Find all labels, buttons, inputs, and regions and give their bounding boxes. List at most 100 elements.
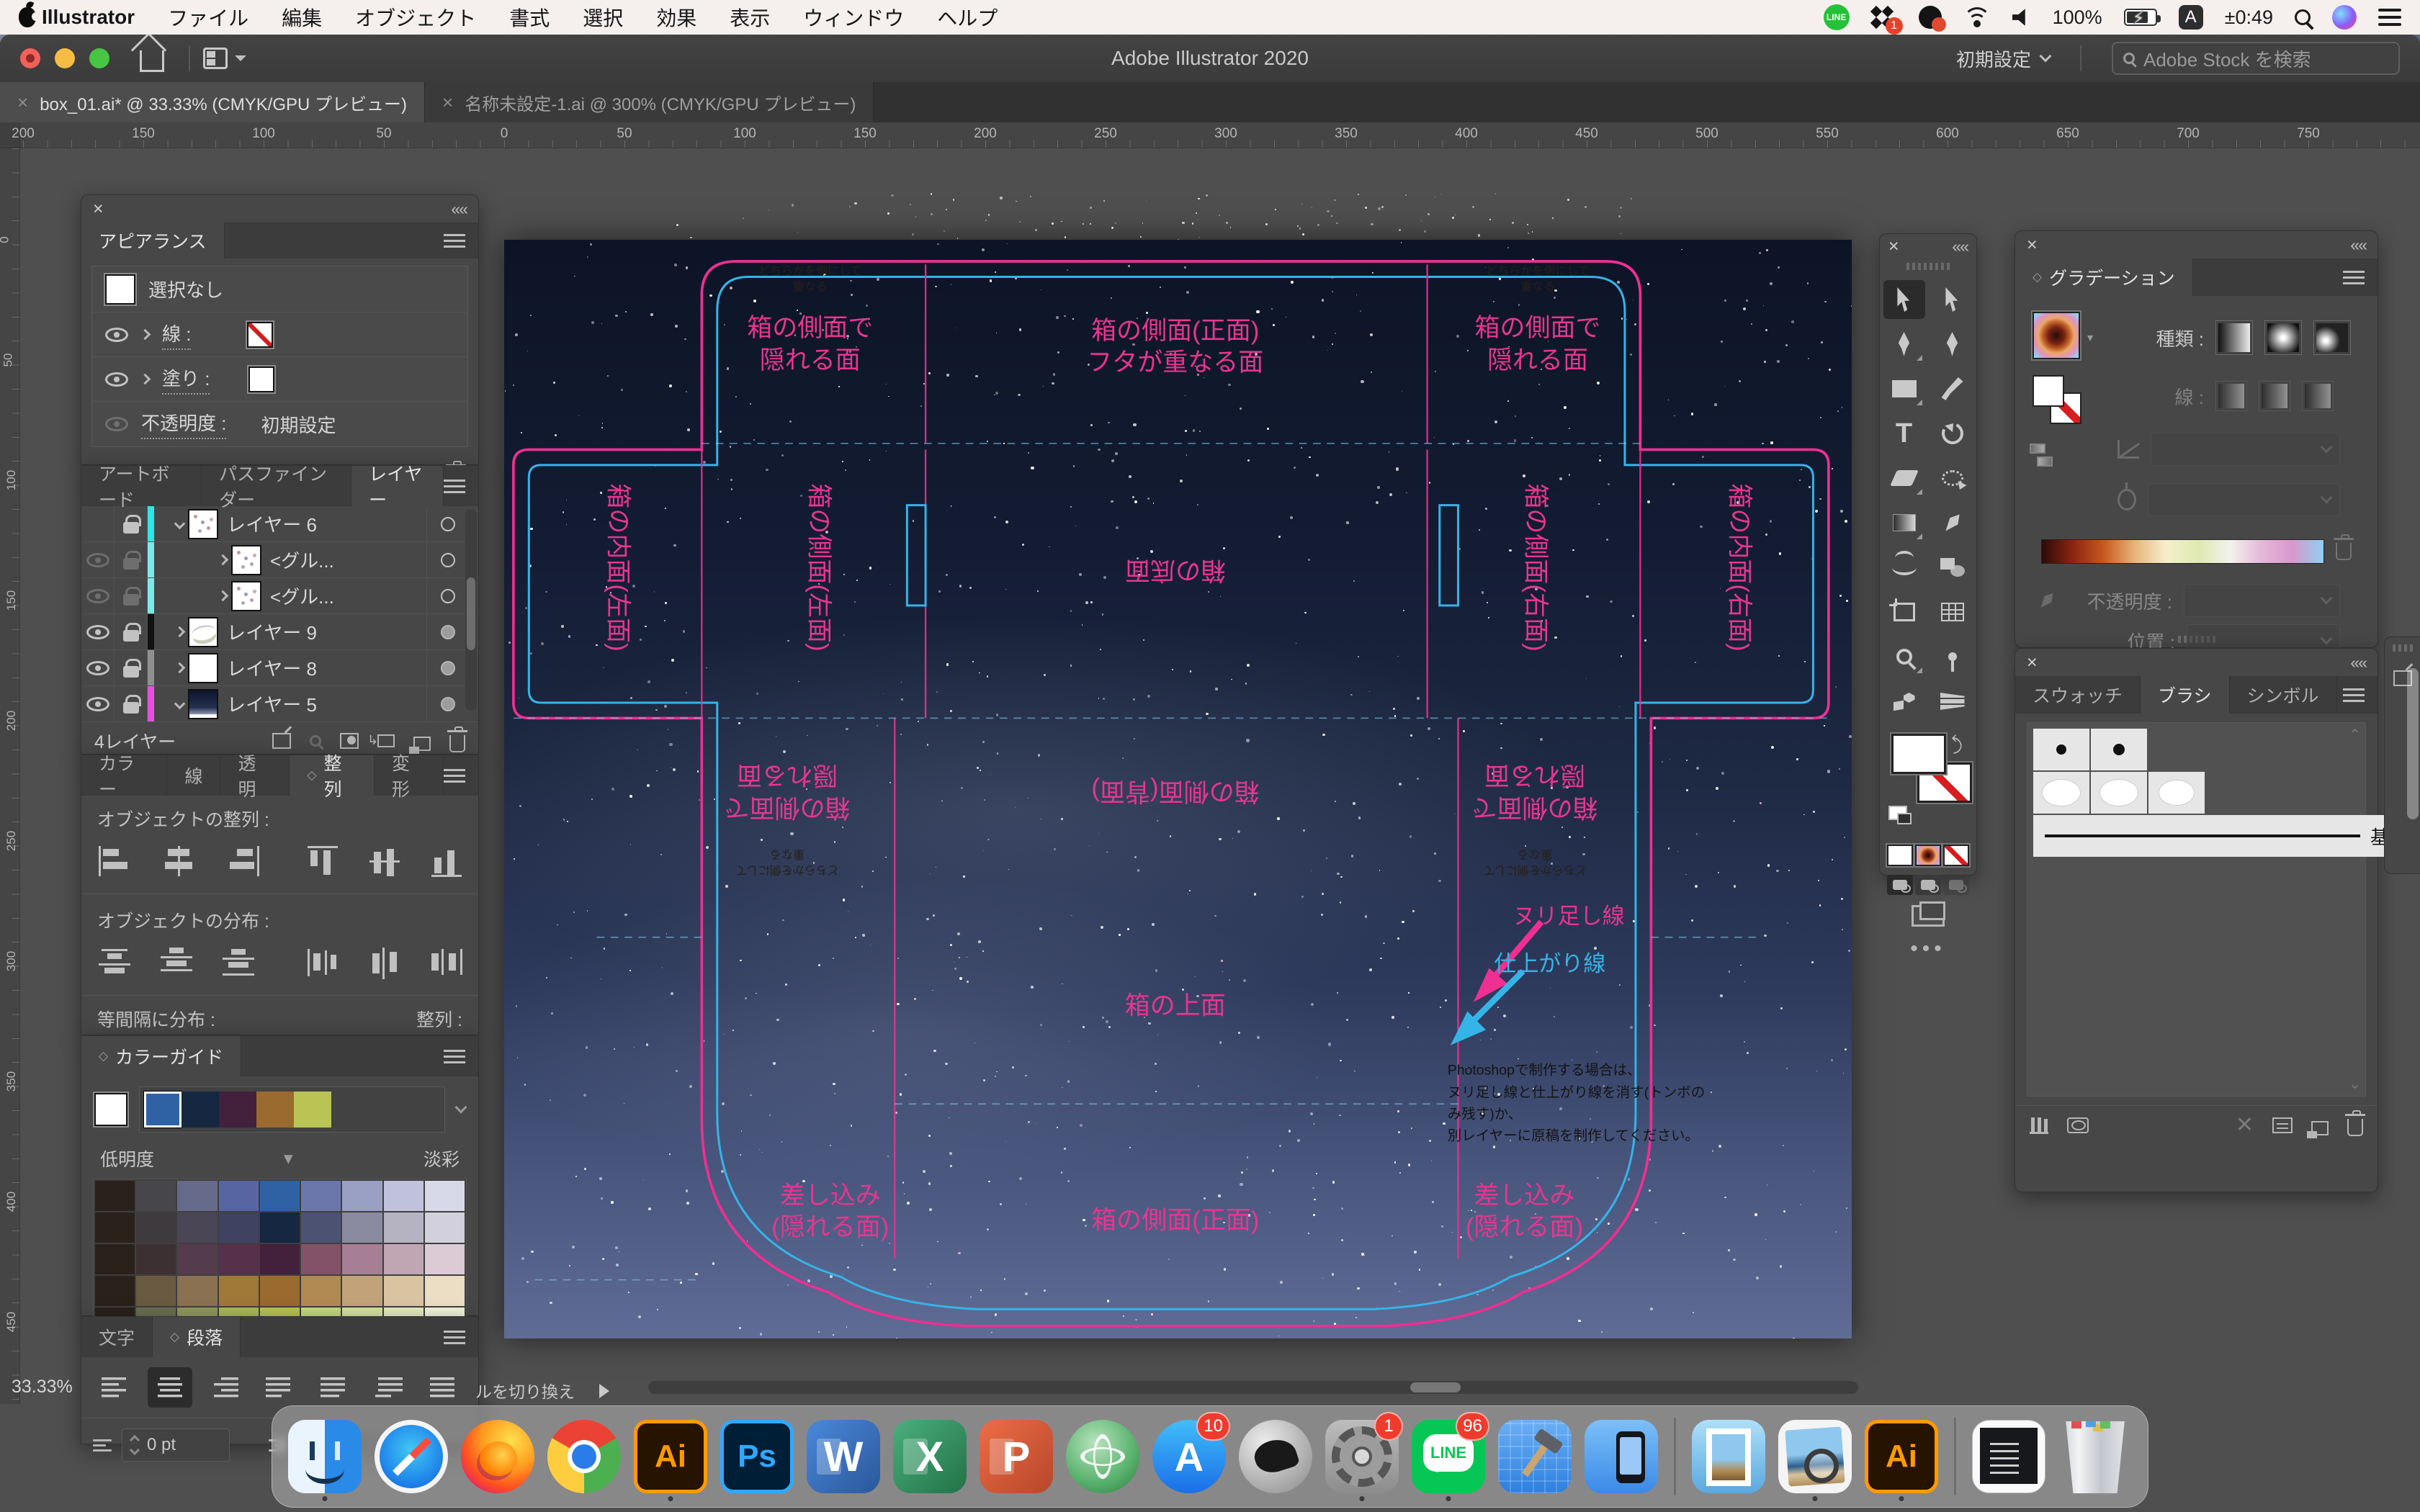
linear-gradient-button[interactable] <box>2215 320 2253 355</box>
layers-scrollbar[interactable] <box>465 509 477 711</box>
panel-menu-icon[interactable] <box>444 1036 478 1076</box>
illustrator-dock-icon[interactable]: Ai <box>632 1413 709 1500</box>
reverse-gradient-icon[interactable] <box>2030 444 2053 467</box>
fill-stroke-control[interactable]: ⤺ <box>1887 731 1969 839</box>
screen-mode-button[interactable] <box>1912 905 1945 927</box>
distribute-top-icon[interactable] <box>97 945 138 981</box>
align-vcenter-icon[interactable] <box>367 843 407 879</box>
atom-dock-icon[interactable] <box>1065 1413 1141 1500</box>
layer-lock-icon[interactable] <box>123 666 139 678</box>
menu-item-8[interactable]: ウィンドウ <box>803 3 904 32</box>
brush-libraries-icon[interactable] <box>2030 1117 2048 1134</box>
brush-dot-1[interactable] <box>2091 729 2147 770</box>
distribute-hcenter-icon[interactable] <box>367 945 407 981</box>
eyedropper-tool[interactable] <box>1932 503 1973 542</box>
draw-behind-mode[interactable] <box>1915 875 1941 895</box>
variation-swatch-2-4[interactable] <box>260 1244 300 1274</box>
line-menubar-icon[interactable]: LINE <box>1824 4 1850 30</box>
xcode-dock-icon[interactable] <box>1497 1413 1573 1500</box>
layer-thumbnail[interactable] <box>188 617 218 647</box>
variation-swatch-3-6[interactable] <box>342 1276 382 1306</box>
panel-menu-icon[interactable] <box>2343 258 2378 296</box>
menu-item-6[interactable]: 効果 <box>656 3 696 32</box>
menu-item-0[interactable]: Illustrator <box>42 6 135 29</box>
simulator-dock-icon[interactable] <box>1583 1413 1659 1500</box>
new-layer-icon[interactable] <box>413 737 431 751</box>
layer-expand-chevron[interactable] <box>174 698 186 710</box>
new-brush-icon[interactable] <box>2311 1121 2329 1135</box>
input-source-icon[interactable]: A <box>2179 5 2203 30</box>
variation-swatch-0-2[interactable] <box>177 1181 217 1211</box>
variation-swatch-1-8[interactable] <box>425 1212 465 1243</box>
photoshop-dock-icon[interactable]: Ps <box>719 1413 795 1500</box>
close-panel-icon[interactable]: × <box>93 199 104 220</box>
layer-expand-chevron[interactable] <box>174 662 186 674</box>
artboard-tool[interactable] <box>1883 593 1925 631</box>
collapse-panels-icon[interactable]: «« <box>451 199 467 219</box>
new-sublayer-icon[interactable] <box>377 734 395 747</box>
harmony-colors-strip[interactable] <box>139 1086 445 1133</box>
close-tab-icon[interactable]: × <box>442 91 453 114</box>
collect-for-export-icon[interactable] <box>272 733 291 749</box>
menu-item-2[interactable]: 編集 <box>282 3 322 32</box>
tab-swatches[interactable]: スウォッチ <box>2015 676 2141 714</box>
vertical-ruler[interactable]: 050100150200250300350400450 <box>0 148 20 1404</box>
variation-swatch-0-5[interactable] <box>301 1181 341 1211</box>
tab-変形[interactable]: 変形 <box>375 755 444 796</box>
variation-swatch-1-1[interactable] <box>136 1212 176 1243</box>
menu-item-1[interactable]: ファイル <box>168 3 248 32</box>
layer-visibility-eye-icon[interactable] <box>86 589 109 603</box>
notification-center-icon[interactable] <box>2378 9 2401 26</box>
layer-target-icon[interactable] <box>441 517 455 531</box>
document-window-dock-icon[interactable] <box>1971 1413 2047 1500</box>
layer-target-icon[interactable] <box>441 697 455 711</box>
fill-swatch[interactable] <box>1891 734 1946 774</box>
menubar-clock[interactable]: ±0:49 <box>2225 6 2273 29</box>
gradient-button[interactable] <box>1915 845 1941 866</box>
variation-swatch-0-4[interactable] <box>260 1181 300 1211</box>
layer-target-icon[interactable] <box>441 625 455 639</box>
layer-thumbnail[interactable] <box>188 689 218 719</box>
tab-透明[interactable]: 透明 <box>220 755 290 796</box>
harmony-color-2[interactable] <box>219 1092 256 1128</box>
layer-lock-icon[interactable] <box>123 522 139 534</box>
dropbox-menubar-icon[interactable]: 1 <box>1871 4 1897 30</box>
stroke-visibility-eye-icon[interactable] <box>105 328 128 342</box>
variation-swatch-3-7[interactable] <box>384 1276 424 1306</box>
chrome-dock-icon[interactable] <box>546 1413 622 1500</box>
stroke-label[interactable]: 線 : <box>162 320 191 350</box>
variation-swatch-1-7[interactable] <box>384 1212 424 1243</box>
symbol-tool[interactable] <box>1883 682 1925 721</box>
variation-swatch-0-3[interactable] <box>219 1181 259 1211</box>
stroke-within-button[interactable] <box>2215 381 2247 411</box>
distribute-left-icon[interactable] <box>305 945 345 981</box>
variation-swatch-2-8[interactable] <box>425 1244 465 1274</box>
variation-swatch-3-0[interactable] <box>95 1276 135 1306</box>
variation-swatch-3-5[interactable] <box>301 1276 341 1306</box>
variation-swatch-2-7[interactable] <box>384 1244 424 1274</box>
layer-target-icon[interactable] <box>441 589 455 603</box>
document-tab-1[interactable]: ×名称未設定-1.ai @ 300% (CMYK/GPU プレビュー) <box>425 82 874 122</box>
tab-paragraph[interactable]: ◇段落 <box>153 1317 241 1357</box>
zoom-tool[interactable] <box>1883 637 1925 676</box>
gradient-menu-chevron[interactable]: ▾ <box>2087 330 2093 345</box>
safari-dock-icon[interactable] <box>373 1413 449 1500</box>
app-store-dock-icon[interactable]: A10 <box>1151 1413 1227 1500</box>
layer-row-2[interactable]: <グル... <box>81 578 478 614</box>
close-tab-icon[interactable]: × <box>17 91 28 114</box>
spotlight-icon[interactable] <box>2295 9 2311 25</box>
align-right-icon[interactable] <box>221 843 261 879</box>
distribute-vcenter-icon[interactable] <box>159 945 200 981</box>
powerpoint-dock-icon[interactable]: P <box>978 1413 1054 1500</box>
harmony-rules-chevron[interactable] <box>455 1102 467 1114</box>
layer-visibility-eye-icon[interactable] <box>86 661 109 675</box>
base-color-swatch[interactable] <box>94 1093 127 1126</box>
brush-ellipse-1[interactable] <box>2091 772 2147 814</box>
layer-lock-icon[interactable] <box>123 594 139 606</box>
chevron-right-icon[interactable] <box>140 374 151 385</box>
brush-ellipse-2[interactable] <box>2148 772 2205 814</box>
next-artboard-icon[interactable] <box>599 1384 617 1398</box>
rectangle-tool[interactable] <box>1883 369 1925 408</box>
panel-menu-icon[interactable] <box>444 1317 478 1357</box>
mail-dock-icon[interactable] <box>1690 1413 1767 1500</box>
